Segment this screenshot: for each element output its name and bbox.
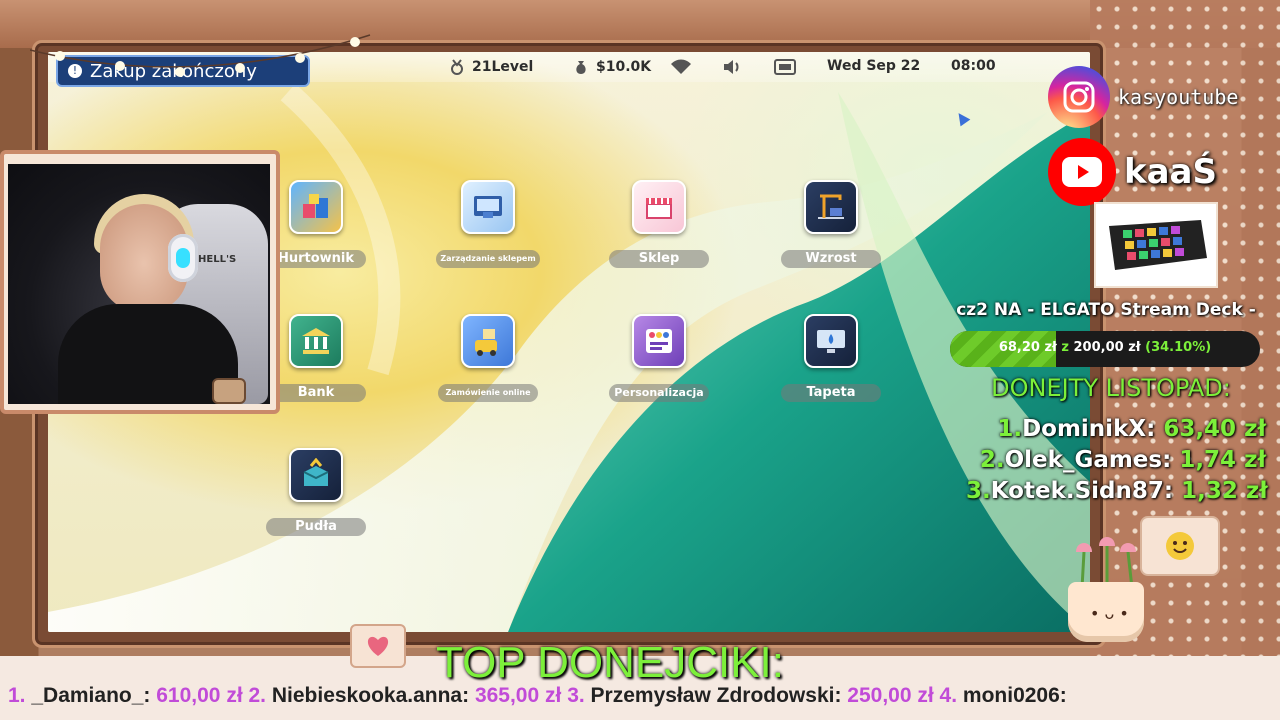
donation-rank: 1. (997, 416, 1023, 442)
donor-amount: 365,00 zł (474, 684, 562, 707)
speaker-icon (724, 60, 739, 74)
stream-deck-icon (1109, 220, 1207, 270)
store-management-icon (461, 180, 515, 234)
top-donors-ticker: 1. _Damiano_: 610,00 zł 2. Niebieskooka.… (8, 684, 1278, 714)
instagram-handle[interactable]: kasyoutube (1048, 66, 1238, 128)
instagram-username: kasyoutube (1118, 85, 1239, 109)
donor-name: Niebieskooka.anna: (271, 684, 470, 707)
display-button[interactable] (774, 58, 796, 76)
desktop-app-boxes[interactable]: Pudła (266, 448, 366, 548)
webcam-feed: HELL'S (8, 164, 270, 404)
youtube-channel-name: kaaŚ (1124, 152, 1217, 192)
donation-row: 3.Kotek.Sidn87: 1,32 zł (966, 478, 1268, 509)
wallpaper-icon (804, 314, 858, 368)
goal-progress-text: 68,20 zł z 200,00 zł (34.10%) (950, 340, 1260, 355)
donation-name: DominikX: (1022, 416, 1156, 442)
tulip-plant-decoration (1076, 537, 1136, 588)
donation-rank: 3. (966, 478, 991, 504)
donor-name: Przemysław Zdrodowski: (590, 684, 842, 707)
wholesale-icon (289, 180, 343, 234)
youtube-handle[interactable]: kaaŚ (1048, 138, 1217, 206)
money-text: $10.0K (596, 59, 652, 75)
instagram-icon (1048, 66, 1110, 128)
monthly-donations-title: DONEJTY LISTOPAD: (991, 374, 1231, 402)
goal-separator: z (1061, 340, 1069, 355)
app-label: Sklep (609, 250, 709, 268)
webcam-frame: HELL'S (0, 150, 280, 414)
level-indicator[interactable]: 21Level (448, 58, 533, 76)
donor-amount: 610,00 zł (156, 684, 243, 707)
donor-rank: 1. (8, 684, 26, 707)
streamer-body (58, 304, 238, 404)
date-display: Wed Sep 22 (827, 58, 920, 74)
clock-display: 08:00 (951, 58, 996, 74)
time-text: 08:00 (951, 58, 996, 74)
desktop-app-wallpaper[interactable]: Tapeta (781, 314, 881, 414)
desktop-app-online-order[interactable]: Zamówienie online (438, 314, 538, 414)
donation-name: Olek_Games: (1004, 447, 1172, 473)
donation-amount: 1,32 zł (1181, 478, 1268, 504)
camera-icon (214, 380, 244, 402)
donation-row: 1.DominikX: 63,40 zł (966, 416, 1266, 447)
desktop-app-store-management[interactable]: Zarządzanie sklepem (436, 180, 540, 280)
donor-rank: 3. (567, 684, 585, 707)
shop-icon (632, 180, 686, 234)
top-donors-title: TOP DONEJCIKI: (435, 638, 784, 687)
money-indicator[interactable]: $10.0K (572, 58, 651, 76)
donor-rank: 2. (248, 684, 267, 707)
desktop-app-personalization[interactable]: Personalizacja (609, 314, 709, 414)
heart-icon (367, 636, 389, 656)
app-label: Personalizacja (609, 384, 709, 402)
goal-title: cz2 NA - ELGATO Stream Deck - (956, 300, 1256, 320)
chat-bubble-decoration (1140, 516, 1220, 576)
app-label: Bank (266, 384, 366, 402)
wifi-button[interactable] (670, 58, 692, 76)
online-order-icon (461, 314, 515, 368)
monitor-icon (774, 59, 796, 75)
level-text: 21Level (472, 59, 534, 75)
app-label: Pudła (266, 518, 366, 536)
boxes-icon (289, 448, 343, 502)
growth-icon (804, 180, 858, 234)
goal-current: 68,20 zł (998, 340, 1057, 355)
goal-progress-bar: 68,20 zł z 200,00 zł (34.10%) (950, 331, 1260, 367)
donor-name: _Damiano_: (31, 684, 151, 707)
app-label: Zamówienie online (438, 384, 538, 402)
stream-deck-image (1094, 202, 1218, 288)
desktop-app-bank[interactable]: Bank (266, 314, 366, 414)
donor-rank: 4. (939, 684, 958, 707)
wifi-icon (671, 59, 691, 74)
volume-button[interactable] (722, 58, 744, 76)
donor-name: moni0206: (962, 684, 1067, 707)
headphone-light (176, 248, 190, 268)
goal-percent: (34.10%) (1145, 340, 1212, 355)
app-label: Hurtownik (266, 250, 366, 268)
pot-face-icon: • ᴗ • (1090, 604, 1129, 623)
monthly-donations-list: 1.DominikX: 63,40 zł 2.Olek_Games: 1,74 … (966, 416, 1268, 509)
chair-logo: HELL'S (198, 254, 237, 265)
bank-icon (289, 314, 343, 368)
date-text: Wed Sep 22 (827, 58, 921, 74)
donation-row: 2.Olek_Games: 1,74 zł (966, 447, 1266, 478)
smiley-icon (1166, 532, 1194, 560)
donation-amount: 63,40 zł (1163, 416, 1266, 442)
medal-icon (451, 59, 463, 75)
app-label: Tapeta (781, 384, 881, 402)
desktop-app-growth[interactable]: Wzrost (781, 180, 881, 280)
donation-amount: 1,74 zł (1179, 447, 1266, 473)
youtube-icon (1048, 138, 1116, 206)
money-bag-icon (576, 61, 586, 74)
desktop-app-shop[interactable]: Sklep (609, 180, 709, 280)
donation-name: Kotek.Sidn87: (990, 478, 1174, 504)
donor-amount: 250,00 zł (847, 684, 934, 707)
heart-frame-decoration (350, 624, 406, 668)
app-label: Wzrost (781, 250, 881, 268)
app-label: Zarządzanie sklepem (436, 250, 540, 268)
personalization-icon (632, 314, 686, 368)
donation-rank: 2. (979, 447, 1005, 473)
string-lights-decoration (30, 34, 371, 77)
goal-target: 200,00 zł (1073, 340, 1141, 355)
desktop-app-wholesale[interactable]: Hurtownik (266, 180, 366, 280)
